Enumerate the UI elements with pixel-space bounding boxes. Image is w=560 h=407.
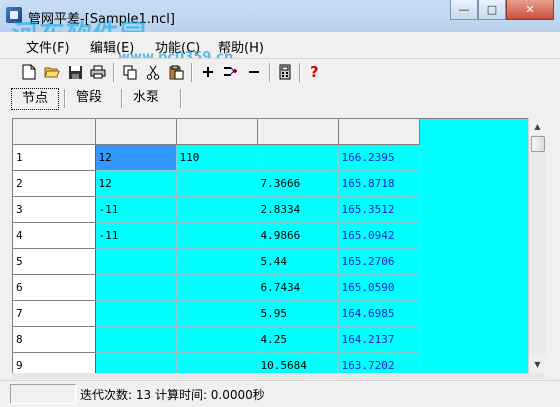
- toolbar: ?: [0, 58, 560, 87]
- grid-cell[interactable]: 12: [95, 144, 177, 171]
- menu-file[interactable]: 文件(F): [26, 37, 70, 56]
- tab-pumps[interactable]: 水泵: [123, 88, 169, 108]
- grid-cell[interactable]: -11: [95, 196, 177, 223]
- maximize-button[interactable]: □: [478, 0, 506, 20]
- grid-cell[interactable]: [257, 144, 339, 171]
- status-bar: 迭代次数: 13 计算时间: 0.0000秒: [0, 380, 560, 407]
- scroll-thumb[interactable]: [531, 136, 545, 152]
- open-folder-icon[interactable]: [43, 63, 61, 81]
- column-header[interactable]: [95, 119, 177, 145]
- tab-strip: 节点 管段 水泵: [0, 86, 560, 112]
- table-row[interactable]: 7 5.95 164.6985: [13, 300, 420, 327]
- row-header[interactable]: 6: [13, 274, 96, 301]
- grid-cell[interactable]: 12: [95, 170, 177, 197]
- grid-cell[interactable]: [176, 196, 258, 223]
- grid-cell[interactable]: 165.0942: [338, 222, 420, 249]
- grid-cell[interactable]: [176, 300, 258, 327]
- table-row[interactable]: 3 -11 2.8334 165.3512: [13, 196, 420, 223]
- grid-cell[interactable]: 163.7202: [338, 352, 420, 374]
- grid-cell[interactable]: 164.6985: [338, 300, 420, 327]
- column-header[interactable]: [176, 119, 258, 145]
- grid-cell[interactable]: 165.3512: [338, 196, 420, 223]
- insert-icon[interactable]: [222, 63, 240, 81]
- grid-cell[interactable]: [176, 222, 258, 249]
- grid-cell[interactable]: [95, 274, 177, 301]
- column-header[interactable]: [338, 119, 420, 145]
- status-cell-empty: [10, 384, 76, 404]
- grid-cell[interactable]: 4.25: [257, 326, 339, 353]
- grid-corner: [13, 119, 96, 145]
- grid-cell[interactable]: 6.7434: [257, 274, 339, 301]
- row-header[interactable]: 2: [13, 170, 96, 197]
- paste-icon[interactable]: [167, 63, 185, 81]
- print-icon[interactable]: [89, 63, 107, 81]
- table-row[interactable]: 5 5.44 165.2706: [13, 248, 420, 275]
- grid-cell[interactable]: [176, 326, 258, 353]
- grid-cell[interactable]: 165.0590: [338, 274, 420, 301]
- tab-nodes[interactable]: 节点: [11, 88, 60, 110]
- row-header[interactable]: 3: [13, 196, 96, 223]
- grid-cell[interactable]: [95, 352, 177, 374]
- grid-cell[interactable]: 165.8718: [338, 170, 420, 197]
- row-header[interactable]: 1: [13, 144, 96, 171]
- menu-edit[interactable]: 编辑(E): [90, 37, 134, 56]
- grid-header-row: [13, 119, 420, 145]
- status-text: 迭代次数: 13 计算时间: 0.0000秒: [80, 388, 265, 402]
- table-row[interactable]: 1 12 110 166.2395: [13, 144, 420, 171]
- column-header[interactable]: [257, 119, 339, 145]
- table-row[interactable]: 9 10.5684 163.7202: [13, 352, 420, 374]
- grid-cell[interactable]: 5.95: [257, 300, 339, 327]
- grid-cell[interactable]: 5.44: [257, 248, 339, 275]
- minimize-button[interactable]: —: [450, 0, 478, 20]
- add-icon[interactable]: [199, 63, 217, 81]
- app-icon: [6, 7, 22, 23]
- cut-icon[interactable]: [144, 63, 162, 81]
- horizontal-scrollbar[interactable]: [12, 373, 545, 379]
- table-row[interactable]: 6 6.7434 165.0590: [13, 274, 420, 301]
- copy-icon[interactable]: [121, 63, 139, 81]
- grid-cell[interactable]: 4.9866: [257, 222, 339, 249]
- table-row[interactable]: 8 4.25 164.2137: [13, 326, 420, 353]
- grid-cell[interactable]: [176, 274, 258, 301]
- grid-cell[interactable]: [95, 300, 177, 327]
- row-header[interactable]: 4: [13, 222, 96, 249]
- grid-cell[interactable]: [176, 248, 258, 275]
- grid-cell[interactable]: 10.5684: [257, 352, 339, 374]
- new-file-icon[interactable]: [20, 63, 38, 81]
- row-header[interactable]: 9: [13, 352, 96, 374]
- scroll-down-icon[interactable]: ▼: [529, 356, 546, 373]
- close-button[interactable]: ✕: [506, 0, 554, 20]
- row-header[interactable]: 5: [13, 248, 96, 275]
- scroll-up-icon[interactable]: ▲: [529, 118, 546, 135]
- grid-cell[interactable]: [95, 326, 177, 353]
- remove-icon[interactable]: [245, 63, 263, 81]
- svg-text:?: ?: [310, 64, 319, 80]
- grid-cell[interactable]: [176, 170, 258, 197]
- title-bar: 管网平差-[Sample1.ncl] 河东软件园 — □ ✕: [0, 0, 560, 50]
- menu-function[interactable]: 功能(C): [155, 37, 200, 56]
- grid-cell[interactable]: -11: [95, 222, 177, 249]
- table-row[interactable]: 2 12 7.3666 165.8718: [13, 170, 420, 197]
- grid-cell[interactable]: 164.2137: [338, 326, 420, 353]
- calculator-icon[interactable]: [276, 63, 294, 81]
- grid-cell[interactable]: 7.3666: [257, 170, 339, 197]
- row-header[interactable]: 7: [13, 300, 96, 327]
- grid-cell[interactable]: [95, 248, 177, 275]
- grid-cell[interactable]: 166.2395: [338, 144, 420, 171]
- window-title: 管网平差-[Sample1.ncl]: [28, 12, 175, 27]
- save-icon[interactable]: [66, 63, 84, 81]
- grid-cell[interactable]: 110: [176, 144, 258, 171]
- menu-bar: 文件(F) 编辑(E) 功能(C) 帮助(H): [0, 32, 560, 56]
- row-header[interactable]: 8: [13, 326, 96, 353]
- grid-cell[interactable]: 165.2706: [338, 248, 420, 275]
- data-grid: 1 12 110 166.2395 2 12 7.3666 165.8718 3 -11 2.833…: [12, 118, 529, 374]
- grid-cell[interactable]: [176, 352, 258, 374]
- tab-pipes[interactable]: 管段: [66, 88, 112, 108]
- grid-cell[interactable]: 2.8334: [257, 196, 339, 223]
- table-row[interactable]: 4 -11 4.9866 165.0942: [13, 222, 420, 249]
- menu-help[interactable]: 帮助(H): [218, 37, 264, 56]
- vertical-scrollbar[interactable]: ▲ ▼: [528, 118, 546, 373]
- help-icon[interactable]: ?: [306, 63, 324, 81]
